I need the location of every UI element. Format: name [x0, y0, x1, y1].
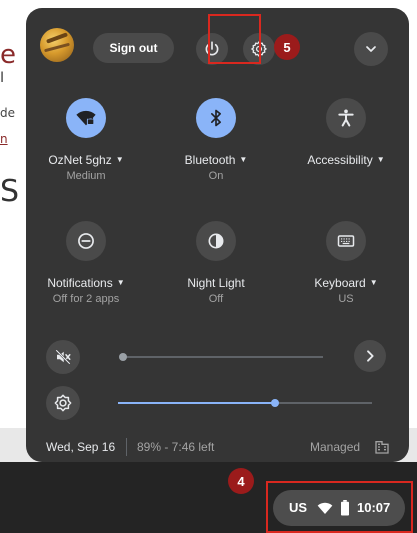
keyboard-label-text: Keyboard — [314, 276, 366, 290]
volume-row — [26, 340, 409, 374]
caret-down-icon: ▼ — [115, 155, 124, 164]
battery-label: 89% - 7:46 left — [137, 440, 215, 454]
collapse-button[interactable] — [354, 32, 388, 66]
do-not-disturb-icon — [78, 233, 94, 249]
volume-track[interactable] — [123, 356, 323, 358]
bluetooth-toggle[interactable] — [196, 98, 236, 138]
keyboard-icon — [337, 235, 355, 247]
step-badge-4: 4 — [228, 468, 254, 494]
tile-bluetooth-label[interactable]: Bluetooth ▼ — [156, 153, 276, 167]
wifi-lock-icon — [76, 110, 96, 126]
tile-night-light-label[interactable]: Night Light — [156, 276, 276, 290]
accessibility-icon — [338, 109, 354, 127]
notifications-label-text: Notifications — [47, 276, 113, 290]
tile-network[interactable]: OzNet 5ghz ▼ Medium — [26, 98, 146, 182]
settings-highlight-box — [208, 14, 261, 64]
brightness-track[interactable] — [275, 402, 372, 404]
caret-down-icon: ▼ — [116, 278, 125, 287]
tile-accessibility[interactable]: Accessibility ▼ — [286, 98, 406, 170]
tile-bluetooth[interactable]: Bluetooth ▼ On — [156, 98, 276, 182]
brightness-icon — [54, 394, 72, 412]
managed-label: Managed — [310, 440, 361, 454]
step-badge-5: 5 — [274, 34, 300, 60]
network-name: OzNet 5ghz — [48, 153, 112, 167]
night-light-icon — [208, 233, 224, 249]
tile-keyboard[interactable]: Keyboard ▼ US — [286, 221, 406, 305]
tile-notifications[interactable]: Notifications ▼ Off for 2 apps — [26, 221, 146, 305]
accessibility-label-text: Accessibility — [307, 153, 373, 167]
brightness-track-filled[interactable] — [118, 402, 275, 404]
keyboard-toggle[interactable] — [326, 221, 366, 261]
mute-button[interactable] — [46, 340, 80, 374]
tile-accessibility-label[interactable]: Accessibility ▼ — [286, 153, 406, 167]
brightness-slider-thumb[interactable] — [271, 399, 279, 407]
background-text-fragment: S — [0, 174, 20, 209]
caret-down-icon: ▼ — [369, 278, 378, 287]
accessibility-toggle[interactable] — [326, 98, 366, 138]
tile-notifications-label[interactable]: Notifications ▼ — [26, 276, 146, 290]
user-avatar[interactable] — [40, 28, 74, 62]
sign-out-button[interactable]: Sign out — [93, 33, 174, 63]
volume-mute-icon — [55, 349, 71, 365]
chevron-down-icon — [366, 46, 376, 52]
background-link-fragment: n — [0, 132, 8, 146]
building-icon[interactable] — [374, 439, 390, 455]
brightness-button[interactable] — [46, 386, 80, 420]
caret-down-icon: ▼ — [376, 155, 385, 164]
background-text-fragment: de — [0, 106, 15, 120]
tile-network-label[interactable]: OzNet 5ghz ▼ — [26, 153, 146, 167]
background-text-fragment: I — [0, 70, 5, 86]
date-label[interactable]: Wed, Sep 16 — [46, 440, 115, 454]
quick-settings-footer: Wed, Sep 16 89% - 7:46 left Managed — [26, 438, 409, 458]
quick-settings-panel: Sign out OzNet 5ghz ▼ Medium Bluetooth ▼… — [26, 8, 409, 462]
tray-highlight-box — [266, 481, 413, 533]
bluetooth-label-text: Bluetooth — [184, 153, 236, 167]
audio-settings-button[interactable] — [354, 340, 386, 372]
tile-keyboard-status: US — [338, 293, 354, 305]
bluetooth-icon — [211, 109, 221, 127]
volume-slider-thumb[interactable] — [119, 353, 127, 361]
brightness-row — [26, 386, 409, 420]
tile-network-status: Medium — [66, 170, 106, 182]
tile-night-light[interactable]: Night Light Off — [156, 221, 276, 305]
night-light-toggle[interactable] — [196, 221, 236, 261]
tile-keyboard-label[interactable]: Keyboard ▼ — [286, 276, 406, 290]
tile-notifications-status: Off for 2 apps — [52, 293, 120, 305]
tile-night-light-status: Off — [208, 293, 224, 305]
caret-down-icon: ▼ — [239, 155, 248, 164]
tile-bluetooth-status: On — [208, 170, 224, 182]
notifications-toggle[interactable] — [66, 221, 106, 261]
background-text-fragment: e — [0, 40, 16, 70]
network-toggle[interactable] — [66, 98, 106, 138]
footer-divider — [126, 438, 127, 456]
chevron-right-icon — [367, 350, 374, 362]
